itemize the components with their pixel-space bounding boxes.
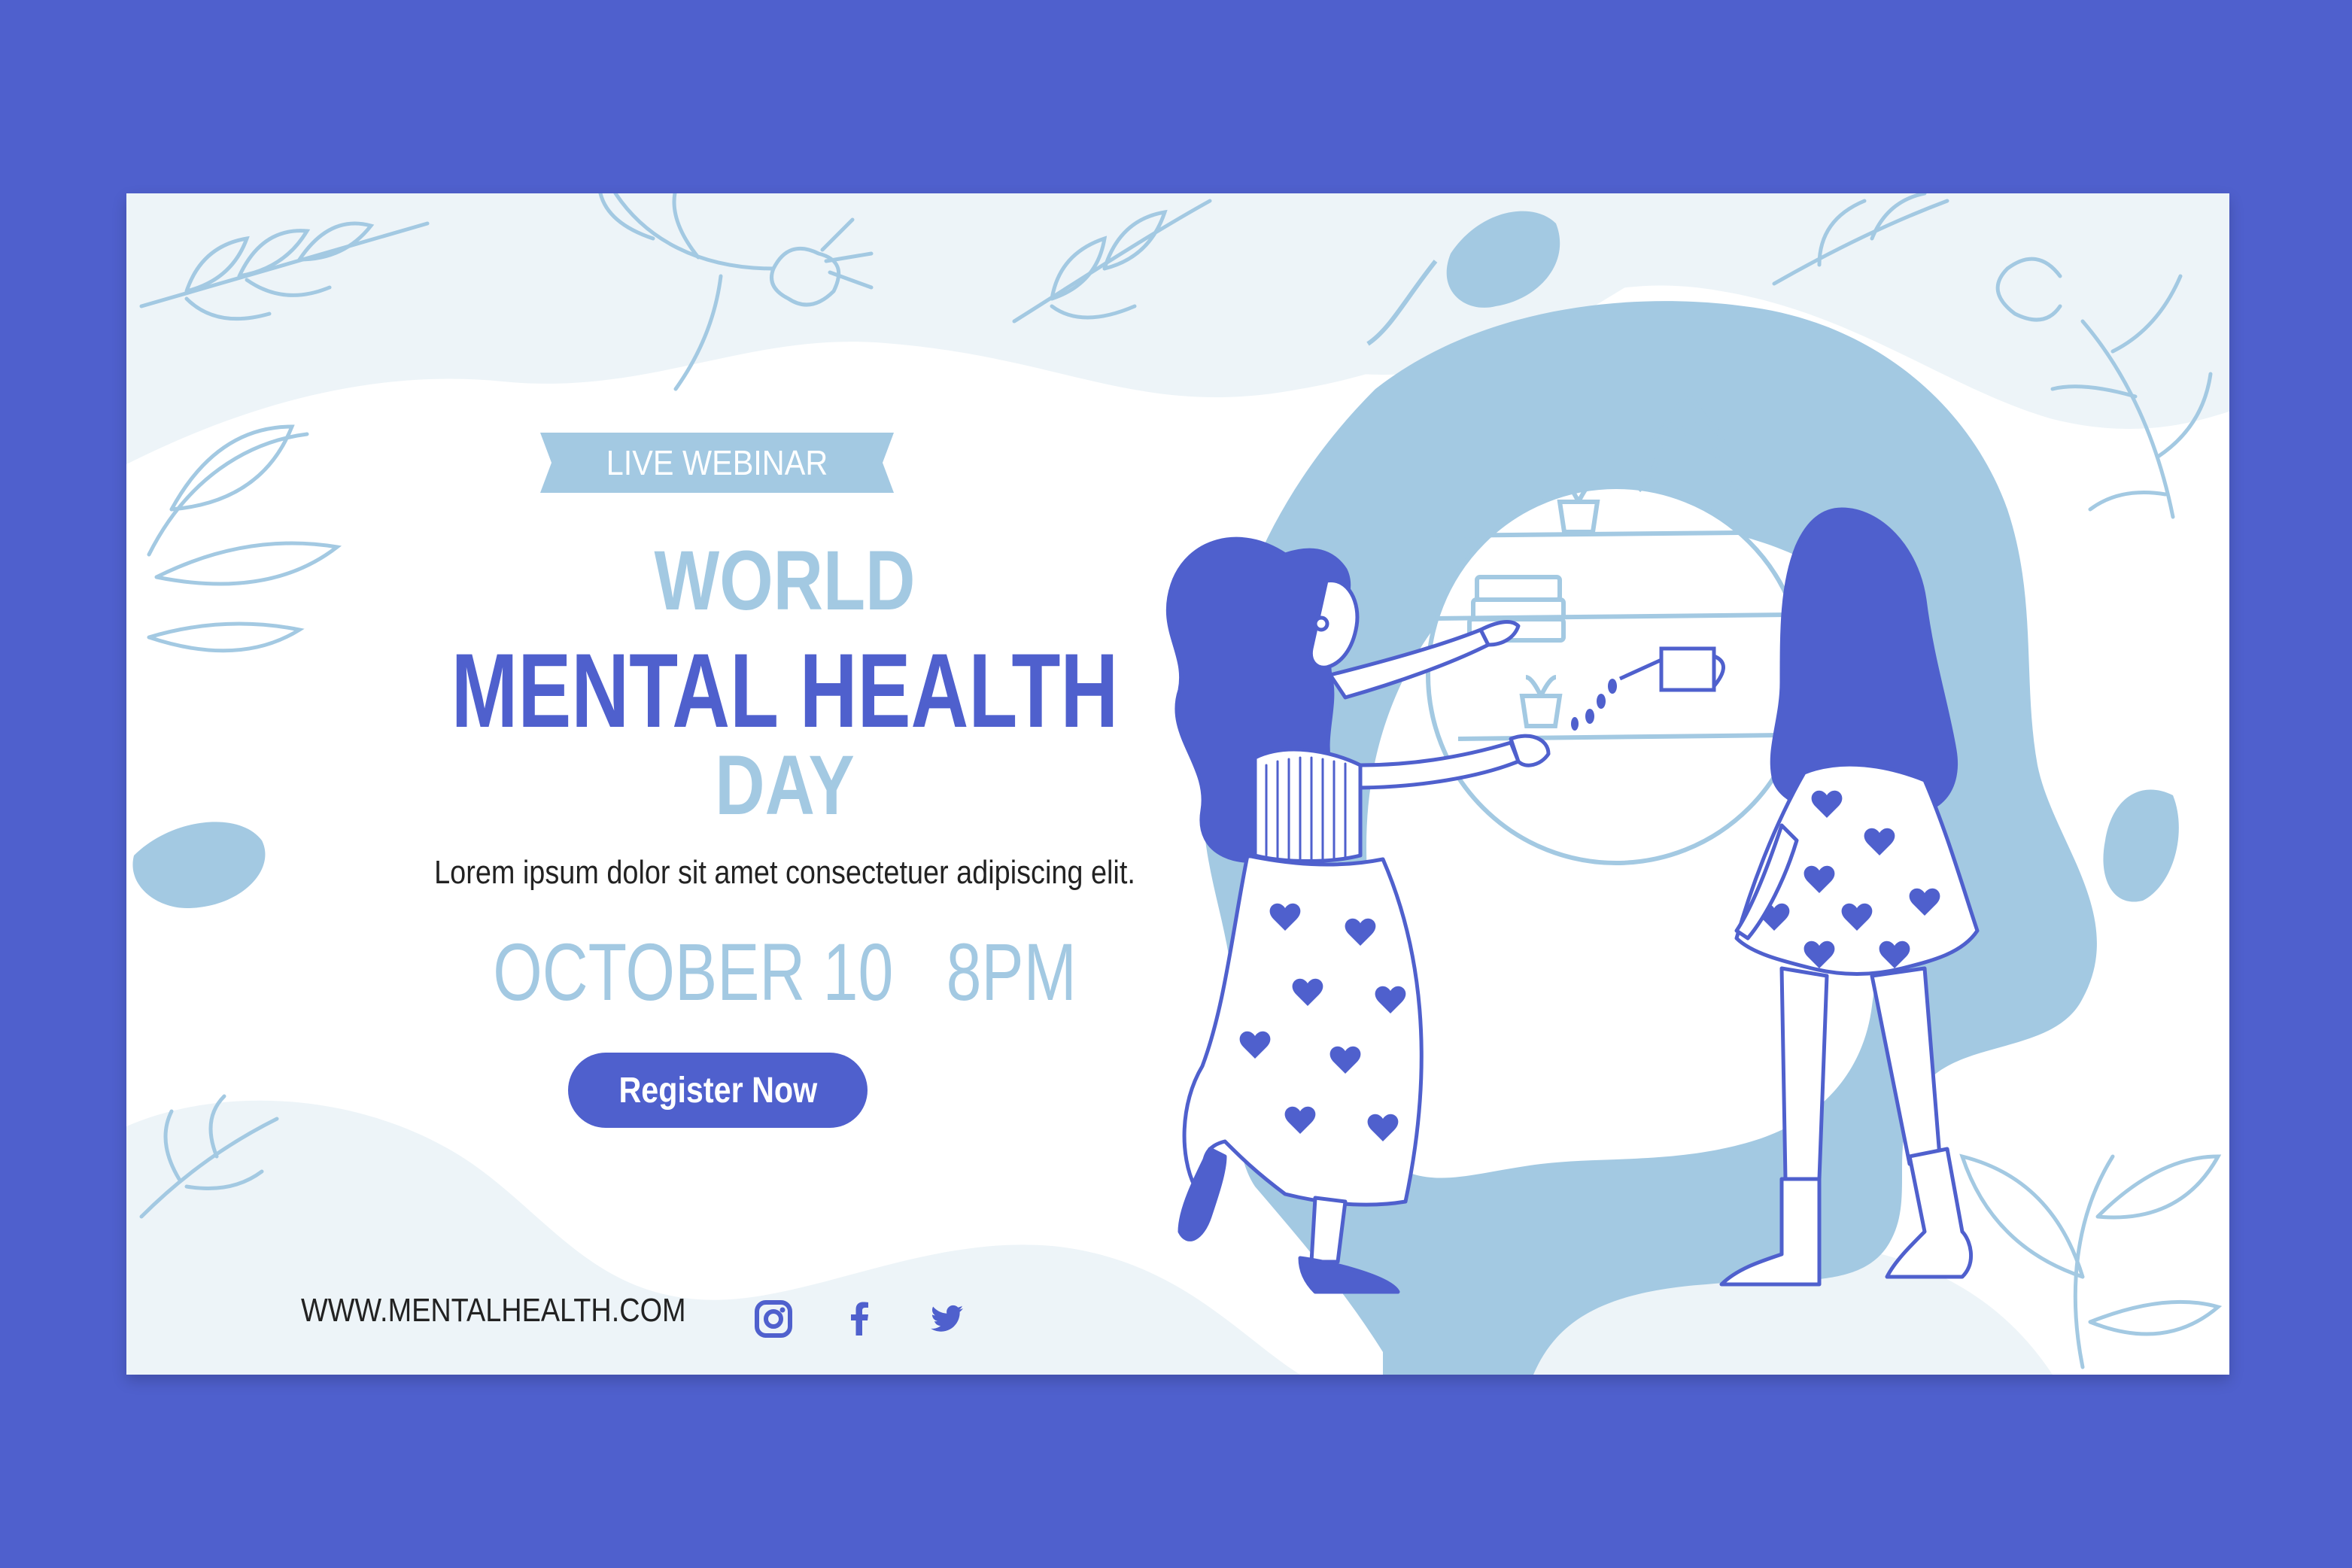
badge-label: LIVE WEBINAR: [606, 443, 828, 482]
live-webinar-badge: LIVE WEBINAR: [540, 433, 894, 493]
event-date: OCTOBER 10: [493, 926, 894, 1017]
website-link[interactable]: WWW.MENTALHEALTH.COM: [301, 1292, 686, 1329]
title-line-day: DAY: [715, 738, 855, 832]
webinar-banner: LIVE WEBINAR WORLD MENTAL HEALTH DAY Lor…: [126, 193, 2229, 1375]
subtitle-text: Lorem ipsum dolor sit amet consectetuer …: [434, 854, 1135, 891]
title-line-world: WORLD: [654, 533, 916, 628]
twitter-icon[interactable]: [924, 1296, 969, 1342]
register-now-label: Register Now: [618, 1070, 817, 1111]
title-line-mental-health: MENTAL HEALTH: [451, 631, 1119, 749]
instagram-icon[interactable]: [751, 1296, 796, 1342]
facebook-icon[interactable]: [837, 1296, 883, 1342]
register-now-button[interactable]: Register Now: [568, 1053, 868, 1128]
event-time: 8PM: [946, 926, 1077, 1017]
event-date-time: OCTOBER 10 8PM: [412, 925, 1158, 1019]
